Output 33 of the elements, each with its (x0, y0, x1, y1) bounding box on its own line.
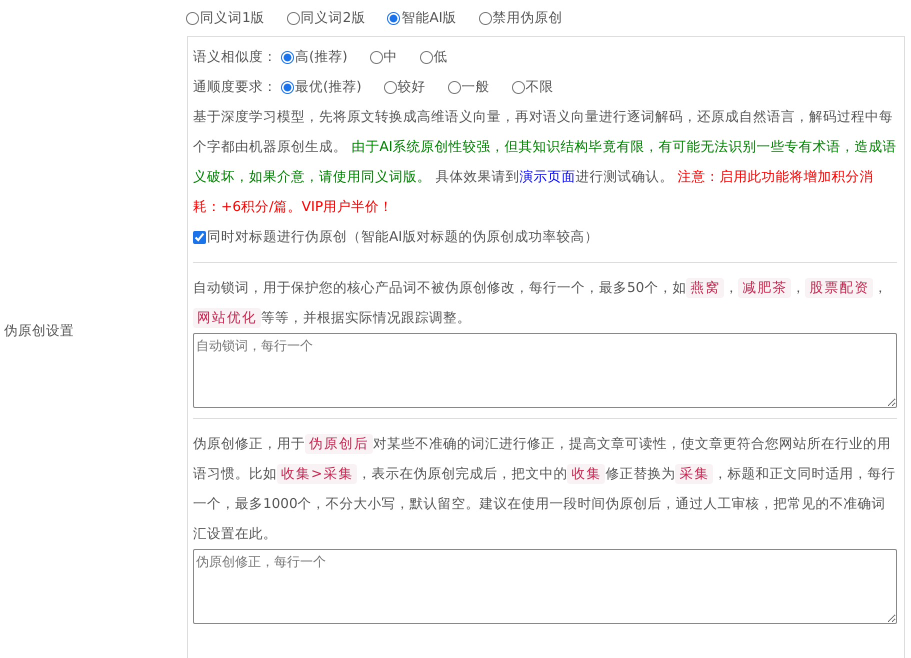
correction-field[interactable]: 伪原创修正，每行一个 (193, 549, 897, 624)
radio-button[interactable] (281, 50, 294, 64)
option-label[interactable]: 高(推荐) (295, 48, 348, 66)
radio-button[interactable] (286, 12, 300, 24)
option-label[interactable]: 智能AI版 (401, 9, 457, 27)
section-label: 伪原创设置 (4, 322, 74, 340)
option-label[interactable]: 同义词1版 (200, 9, 265, 27)
radio-button[interactable] (387, 12, 400, 24)
radio-button[interactable] (478, 12, 492, 24)
checkbox-label[interactable]: 同时对标题进行伪原创（智能AI版对标题的伪原创成功率较高） (207, 228, 598, 246)
option-label[interactable]: 最优(推荐) (295, 78, 362, 96)
correction-description: 伪原创修正，用于 伪原创后 对某些不准确的词汇进行修正，提高文章可读性，使文章更符合您网站所在行业的用语习惯。比如 收集>采集 ，表示在伪原创完成后，把文中的 收集 修正替换为 采集 ，标题和正文同时适用，每行一个，最多1000个，不分大小写，默认留空。建议在使用一段时间伪原创后，通过人工审核，把常见的不准确词汇设置在此。 (193, 433, 896, 544)
option-label[interactable]: 一般 (462, 78, 490, 96)
demo-page-link[interactable]: 演示页面 (519, 169, 576, 185)
option-label[interactable]: 较好 (398, 78, 426, 96)
radio-button[interactable] (420, 50, 433, 64)
checkbox[interactable] (193, 230, 206, 244)
option-label[interactable]: 同义词2版 (300, 9, 366, 27)
radio-button[interactable] (448, 80, 461, 94)
option-label[interactable]: 中 (384, 48, 398, 66)
option-label[interactable]: 不限 (526, 78, 554, 96)
setting-label: 语义相似度： (193, 48, 277, 66)
radio-button[interactable] (370, 50, 383, 64)
radio-button[interactable] (512, 80, 525, 94)
option-label[interactable]: 低 (434, 48, 448, 66)
ai-description: 基于深度学习模型，先将原文转换成高维语义向量，再对语义向量进行逐词解码，还原成自然语言，解码过程中每个字都由机器原创生成。 由于AI系统原创性较强，但其知识结构毕竟有限，有可能无法识别一些专有术语，造成语义破坏，如果介意，请使用同义词版。 具体效果请到演示页面进行测试确认。 注意：启用此功能将增加积分消耗：+6积分/篇。VIP用户半价！ (193, 108, 897, 217)
setting-label: 通顺度要求： (193, 78, 277, 96)
radio-button[interactable] (281, 80, 294, 94)
radio-button[interactable] (384, 80, 397, 94)
lock-words-description: 自动锁词，用于保护您的核心产品词不被伪原创修改，每行一个，最多50个，如 燕窝 ， 减肥茶 ， 股票配资 ， 网站优化 等等，并根据实际情况跟踪调整。 (193, 277, 888, 330)
lock-words-field[interactable]: 自动锁词，每行一个 (193, 333, 897, 408)
radio-button[interactable] (186, 12, 199, 24)
option-label[interactable]: 禁用伪原创 (492, 9, 563, 27)
